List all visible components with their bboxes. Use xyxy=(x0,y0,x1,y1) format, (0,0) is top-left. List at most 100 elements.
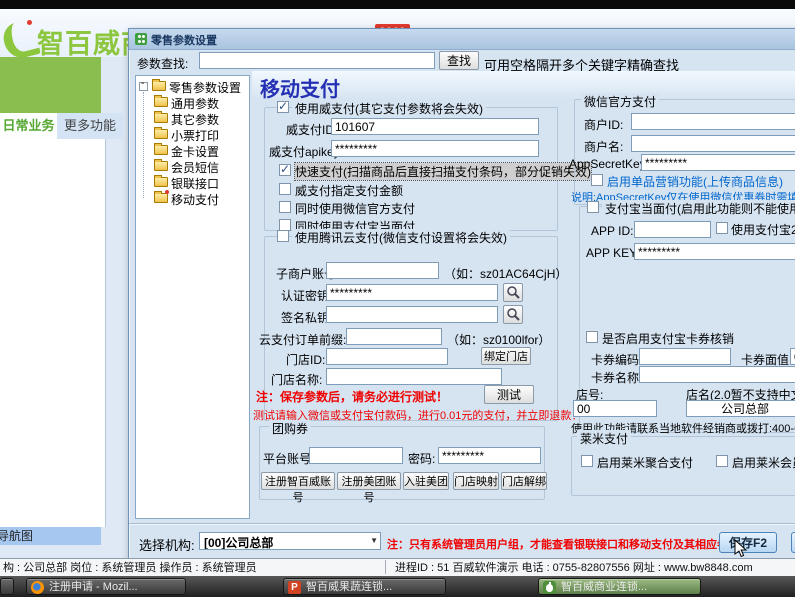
voucher-checkbox[interactable] xyxy=(586,331,598,343)
dialog-titlebar[interactable]: 零售参数设置 xyxy=(129,29,795,50)
param-search-input[interactable] xyxy=(199,52,435,69)
status-right: 进程ID : 51 百威软件演示 电话 : 0755-82807556 网址 :… xyxy=(395,560,753,577)
alipay2-label[interactable]: 使用支付宝2 xyxy=(731,221,795,238)
tab-more-functions[interactable]: 更多功能 xyxy=(57,113,123,139)
folder-icon xyxy=(154,177,168,187)
order-prefix-hint: （如：sz0100lfor） xyxy=(447,331,550,348)
mch-id-input[interactable] xyxy=(631,113,795,130)
tree-root[interactable]: 零售参数设置 xyxy=(169,79,241,96)
tencent-enable-checkbox[interactable] xyxy=(277,230,289,242)
tree-item-other[interactable]: 其它参数 xyxy=(171,111,219,128)
laimi-member-label[interactable]: 启用莱米会员同 xyxy=(732,454,795,471)
tree-item-sms[interactable]: 会员短信 xyxy=(171,159,219,176)
store-name2-input[interactable] xyxy=(686,400,795,417)
single-item-marketing-checkbox[interactable] xyxy=(591,174,603,186)
voucher-label[interactable]: 是否启用支付宝卡券核销 xyxy=(602,330,734,347)
laimi-title: 莱米支付 xyxy=(577,430,631,447)
mch-id-label: 商户ID: xyxy=(584,116,623,133)
voucher-value-input[interactable] xyxy=(790,348,795,365)
store-unbind-button[interactable]: 门店解绑 xyxy=(501,472,547,490)
register-meituan-button[interactable]: 注册美团账号 xyxy=(337,472,401,490)
status-bar: 构 : 公司总部 岗位 : 系统管理员 操作员 : 系统管理员 进程ID : 5… xyxy=(0,558,795,577)
org-select-dropdown[interactable]: [00]公司总部 xyxy=(199,532,381,550)
platform-pwd-label: 密码: xyxy=(408,450,435,467)
tab-daily-business[interactable]: 日常业务 xyxy=(0,113,57,139)
taskbar-firefox-button[interactable]: 注册申请 - Mozil... xyxy=(26,578,186,595)
appsecret-input[interactable] xyxy=(641,154,795,171)
weipay-id-input[interactable] xyxy=(331,118,539,135)
also-wechat-checkbox[interactable] xyxy=(279,201,291,213)
settings-tree: 零售参数设置 通用参数 其它参数 小票打印 金卡设置 会员短信 银联接口 移动支… xyxy=(135,75,250,519)
taskbar-button-label: 智百威果蔬连锁... xyxy=(306,581,392,593)
store-id-label: 门店ID: xyxy=(286,351,325,368)
register-zbw-button[interactable]: 注册智百威账号 xyxy=(261,472,335,490)
test-button[interactable]: 测试 xyxy=(484,385,534,404)
save-test-note: 注：保存参数后，请务必进行测试！ xyxy=(256,388,448,405)
laimi-pay-label[interactable]: 启用莱米聚合支付 xyxy=(597,454,693,471)
fixed-amount-label[interactable]: 威支付指定支付金额 xyxy=(295,182,403,199)
fixed-amount-checkbox[interactable] xyxy=(279,183,291,195)
sign-key-label: 签名私钥: xyxy=(281,309,332,326)
platform-account-input[interactable] xyxy=(309,447,403,464)
single-item-marketing-label[interactable]: 启用单品营销功能(上传商品信息) xyxy=(607,173,783,190)
nav-map-item[interactable]: 导航图 xyxy=(0,527,101,545)
appkey-input[interactable] xyxy=(634,243,795,260)
taskbar-powerpoint-button[interactable]: 智百威果蔬连锁... xyxy=(283,578,446,595)
sub-merchant-input[interactable] xyxy=(326,262,439,279)
auth-key-lookup-button[interactable] xyxy=(503,283,523,302)
taskbar-zbw-button[interactable]: 智百威商业连锁... xyxy=(538,578,701,595)
voucher-name-input[interactable] xyxy=(639,366,795,383)
laimi-member-checkbox[interactable] xyxy=(716,455,728,467)
fast-pay-label[interactable]: 快速支付(扫描商品后直接扫描支付条码，部分促销失效) xyxy=(295,163,591,180)
bind-store-button[interactable]: 绑定门店 xyxy=(481,347,531,365)
alipay-enable-checkbox[interactable] xyxy=(587,201,599,213)
store-no-input[interactable] xyxy=(573,400,657,417)
taskbar-button-label: 注册申请 - Mozil... xyxy=(49,581,138,593)
org-select-value: [00]公司总部 xyxy=(204,536,273,550)
voucher-code-input[interactable] xyxy=(639,348,731,365)
store-id-input[interactable] xyxy=(326,348,448,365)
join-meituan-button[interactable]: 入驻美团 xyxy=(403,472,449,490)
mch-name-input[interactable] xyxy=(631,135,795,152)
top-black-strip xyxy=(0,0,795,9)
folder-icon xyxy=(154,145,168,155)
screen: 智百威商业连锁管理系统 2019 日常业务 更多功能 导航图 零售参数设置 参数… xyxy=(0,0,795,597)
tree-item-receipt[interactable]: 小票打印 xyxy=(171,127,219,144)
tencent-enable-label[interactable]: 使用腾讯云支付(微信支付设置将会失效) xyxy=(292,229,510,246)
search-button[interactable]: 查找(F) xyxy=(439,51,479,70)
taskbar-partial-button[interactable] xyxy=(0,578,14,595)
laimi-pay-checkbox[interactable] xyxy=(581,455,593,467)
store-name-input[interactable] xyxy=(326,368,502,385)
weipay-apikey-input[interactable] xyxy=(331,140,539,157)
dialog-icon xyxy=(135,33,147,45)
platform-pwd-input[interactable] xyxy=(438,447,541,464)
order-prefix-input[interactable] xyxy=(346,328,442,345)
fast-pay-checkbox[interactable] xyxy=(279,164,291,176)
app-logo-icon xyxy=(0,19,41,62)
auth-key-input[interactable] xyxy=(326,284,498,301)
cutoff-button[interactable] xyxy=(791,532,795,553)
folder-icon xyxy=(152,81,166,91)
sign-key-lookup-button[interactable] xyxy=(503,305,523,324)
apple-icon xyxy=(543,581,556,594)
tree-item-mobilepay[interactable]: 移动支付 xyxy=(171,191,219,208)
tree-item-goldcard[interactable]: 金卡设置 xyxy=(171,143,219,160)
also-wechat-label[interactable]: 同时使用微信官方支付 xyxy=(295,200,415,217)
alipay-enable-label[interactable]: 支付宝当面付(启用此功能则不能使用自定义付款 xyxy=(602,200,795,217)
weipay-enable-checkbox[interactable] xyxy=(277,101,289,113)
page-title: 移动支付 xyxy=(260,73,340,102)
tree-item-unionpay[interactable]: 银联接口 xyxy=(171,175,219,192)
appid-input[interactable] xyxy=(634,221,711,238)
store-map-button[interactable]: 门店映射 xyxy=(453,472,499,490)
firefox-icon xyxy=(31,581,44,594)
sign-key-input[interactable] xyxy=(326,306,498,323)
weipay-enable-label[interactable]: 使用威支付(其它支付参数将会失效) xyxy=(292,100,486,117)
save-button[interactable]: 保存F2 xyxy=(719,532,777,553)
appid-label: APP ID: xyxy=(591,224,633,238)
folder-icon xyxy=(154,113,168,123)
tree-item-general[interactable]: 通用参数 xyxy=(171,95,219,112)
status-left: 构 : 公司总部 岗位 : 系统管理员 操作员 : 系统管理员 xyxy=(3,560,257,577)
folder-icon xyxy=(154,161,168,171)
alipay2-checkbox[interactable] xyxy=(716,222,728,234)
tree-collapse-icon[interactable] xyxy=(139,82,148,91)
